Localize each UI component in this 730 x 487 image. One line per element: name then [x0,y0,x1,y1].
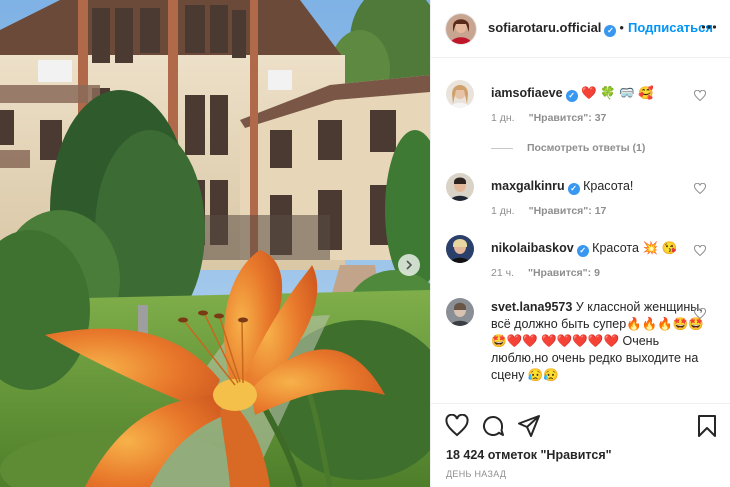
post-date[interactable]: ДЕНЬ НАЗАД [446,469,506,479]
commenter-avatar-image [446,80,474,108]
heart-outline-icon[interactable] [445,414,469,438]
verified-badge-icon: ✓ [576,245,589,257]
comment-body: iamsofiaeve ✓ ❤️ 🍀 🥽 🥰 [491,85,696,102]
next-photo-button[interactable] [398,254,420,276]
comments-list[interactable]: iamsofiaeve ✓ ❤️ 🍀 🥽 🥰 1 дн. "Нравится": 3… [431,58,730,403]
author-avatar[interactable] [446,14,476,44]
commenter-avatar-image [446,235,474,263]
post-panel: sofiarotaru.official ✓ • Подписаться iamsof… [430,0,730,487]
view-replies-button[interactable]: Посмотреть ответы (1) [491,142,645,154]
comment-like-icon[interactable] [694,90,706,102]
view-replies-label: Посмотреть ответы (1) [527,142,646,154]
chevron-right-icon [406,260,413,270]
comment-text: Красота [592,241,639,255]
comment-bubble-icon[interactable] [481,414,505,438]
commenter-avatar[interactable] [446,173,474,201]
comment-likes[interactable]: "Нравится": 37 [529,112,607,124]
comment-time: 21 ч. [491,267,514,279]
post-actions: 18 424 отметок "Нравится" ДЕНЬ НАЗАД [431,403,730,487]
comment-body: svet.lana9573 У классной женщины, всё до… [491,299,706,384]
comment-likes[interactable]: "Нравится": 17 [529,205,607,217]
comment-emoji: ❤️ 🍀 🥽 🥰 [581,86,654,100]
author-line: sofiarotaru.official ✓ • Подписаться [488,20,713,37]
comment-like-icon[interactable] [694,245,706,257]
post-photo[interactable] [0,0,430,487]
paper-plane-icon[interactable] [517,414,541,438]
comment-time: 1 дн. [491,112,515,124]
verified-badge-icon: ✓ [567,183,580,195]
post-header: sofiarotaru.official ✓ • Подписаться [431,0,730,58]
verified-badge-icon: ✓ [604,25,617,37]
comment-time: 1 дн. [491,205,515,217]
comment-like-icon[interactable] [694,183,706,195]
likes-count[interactable]: 18 424 отметок "Нравится" [446,448,612,462]
comment-meta: 1 дн. "Нравится": 17 [491,205,606,217]
commenter-avatar[interactable] [446,298,474,326]
comment-username[interactable]: svet.lana9573 [491,300,572,314]
comment-text: Красота! [583,179,634,193]
commenter-avatar-image [446,173,474,201]
commenter-avatar[interactable] [446,80,474,108]
photo-scene [0,0,430,487]
comment-emoji: 💥 😘 [642,241,678,255]
comment-body: nikolaibaskov ✓ Красота 💥 😘 [491,240,696,257]
replies-divider [491,147,513,149]
comment-username[interactable]: iamsofiaeve [491,86,563,100]
comment-likes[interactable]: "Нравится": 9 [528,267,600,279]
commenter-avatar[interactable] [446,235,474,263]
comment-meta: 1 дн. "Нравится": 37 [491,112,606,124]
comment-emoji: 😥😥 [527,368,559,382]
bookmark-icon[interactable] [695,414,719,438]
comment-like-icon[interactable] [694,308,706,320]
comment-emoji: ❤️❤️❤️❤️❤️ [541,334,620,348]
comment-username[interactable]: maxgalkinru [491,179,565,193]
comment-meta: 21 ч. "Нравится": 9 [491,267,600,279]
commenter-avatar-image [446,298,474,326]
comment-username[interactable]: nikolaibaskov [491,241,574,255]
verified-badge-icon: ✓ [565,90,578,102]
separator-dot: • [619,20,624,35]
more-horizontal-icon[interactable] [701,19,717,35]
comment-body: maxgalkinru ✓ Красота! [491,178,696,195]
author-username[interactable]: sofiarotaru.official [488,20,601,35]
author-avatar-image [446,14,476,44]
